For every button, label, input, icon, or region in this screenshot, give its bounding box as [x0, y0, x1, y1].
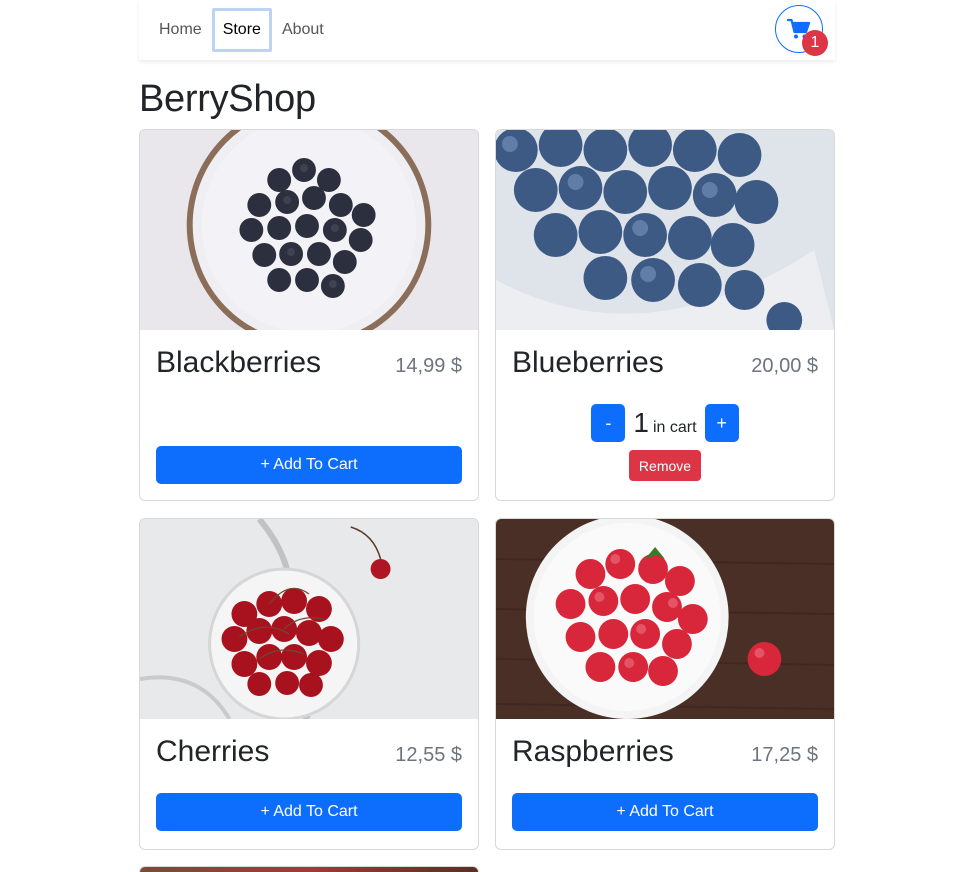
product-card-cherries: Cherries 12,55 $ + Add To Cart — [139, 518, 479, 850]
product-name: Raspberries — [512, 735, 674, 768]
remove-button[interactable]: Remove — [628, 450, 702, 481]
add-to-cart-button[interactable]: + Add To Cart — [512, 793, 818, 831]
card-body: Blueberries 20,00 $ - 1 in cart + Remove — [496, 330, 834, 497]
card-body: Raspberries 17,25 $ + Add To Cart — [496, 719, 834, 847]
quantity-display: 1 in cart — [633, 407, 696, 439]
product-card-partial — [139, 866, 479, 872]
nav-home-link[interactable]: Home — [149, 14, 212, 46]
decrease-quantity-button[interactable]: - — [591, 404, 626, 442]
cart-count-badge: 1 — [802, 30, 828, 56]
cart-button[interactable]: 1 — [775, 5, 828, 56]
quantity-controls: - 1 in cart + — [512, 404, 818, 442]
product-card-blackberries: Blackberries 14,99 $ + Add To Cart — [139, 129, 479, 501]
card-title-row: Raspberries 17,25 $ — [512, 735, 818, 769]
product-name: Blackberries — [156, 346, 322, 379]
product-price: 14,99 $ — [395, 355, 462, 377]
product-price: 12,55 $ — [395, 744, 462, 766]
cherries-image — [140, 519, 478, 719]
card-title-row: Blackberries 14,99 $ — [156, 346, 462, 380]
raspberries-image — [496, 519, 834, 719]
page-title: BerryShop — [139, 78, 316, 120]
card-title-row: Cherries 12,55 $ — [156, 735, 462, 769]
blueberries-image — [496, 130, 834, 330]
product-price: 20,00 $ — [751, 355, 818, 377]
product-card-blueberries: Blueberries 20,00 $ - 1 in cart + Remove — [495, 129, 835, 501]
nav-about-link[interactable]: About — [272, 14, 334, 46]
add-to-cart-button[interactable]: + Add To Cart — [156, 793, 462, 831]
nav-store-link[interactable]: Store — [211, 8, 272, 52]
blackberries-image — [140, 130, 478, 330]
product-name: Cherries — [156, 735, 270, 768]
increase-quantity-button[interactable]: + — [704, 404, 739, 442]
add-to-cart-button[interactable]: + Add To Cart — [156, 446, 462, 484]
product-price: 17,25 $ — [751, 744, 818, 766]
quantity-label: in cart — [653, 419, 697, 436]
card-body: Blackberries 14,99 $ + Add To Cart — [140, 330, 478, 500]
product-name: Blueberries — [512, 346, 664, 379]
card-title-row: Blueberries 20,00 $ — [512, 346, 818, 380]
navbar: Home Store About 1 — [139, 0, 835, 60]
quantity-value: 1 — [633, 407, 649, 438]
product-card-raspberries: Raspberries 17,25 $ + Add To Cart — [495, 518, 835, 850]
card-body: Cherries 12,55 $ + Add To Cart — [140, 719, 478, 847]
